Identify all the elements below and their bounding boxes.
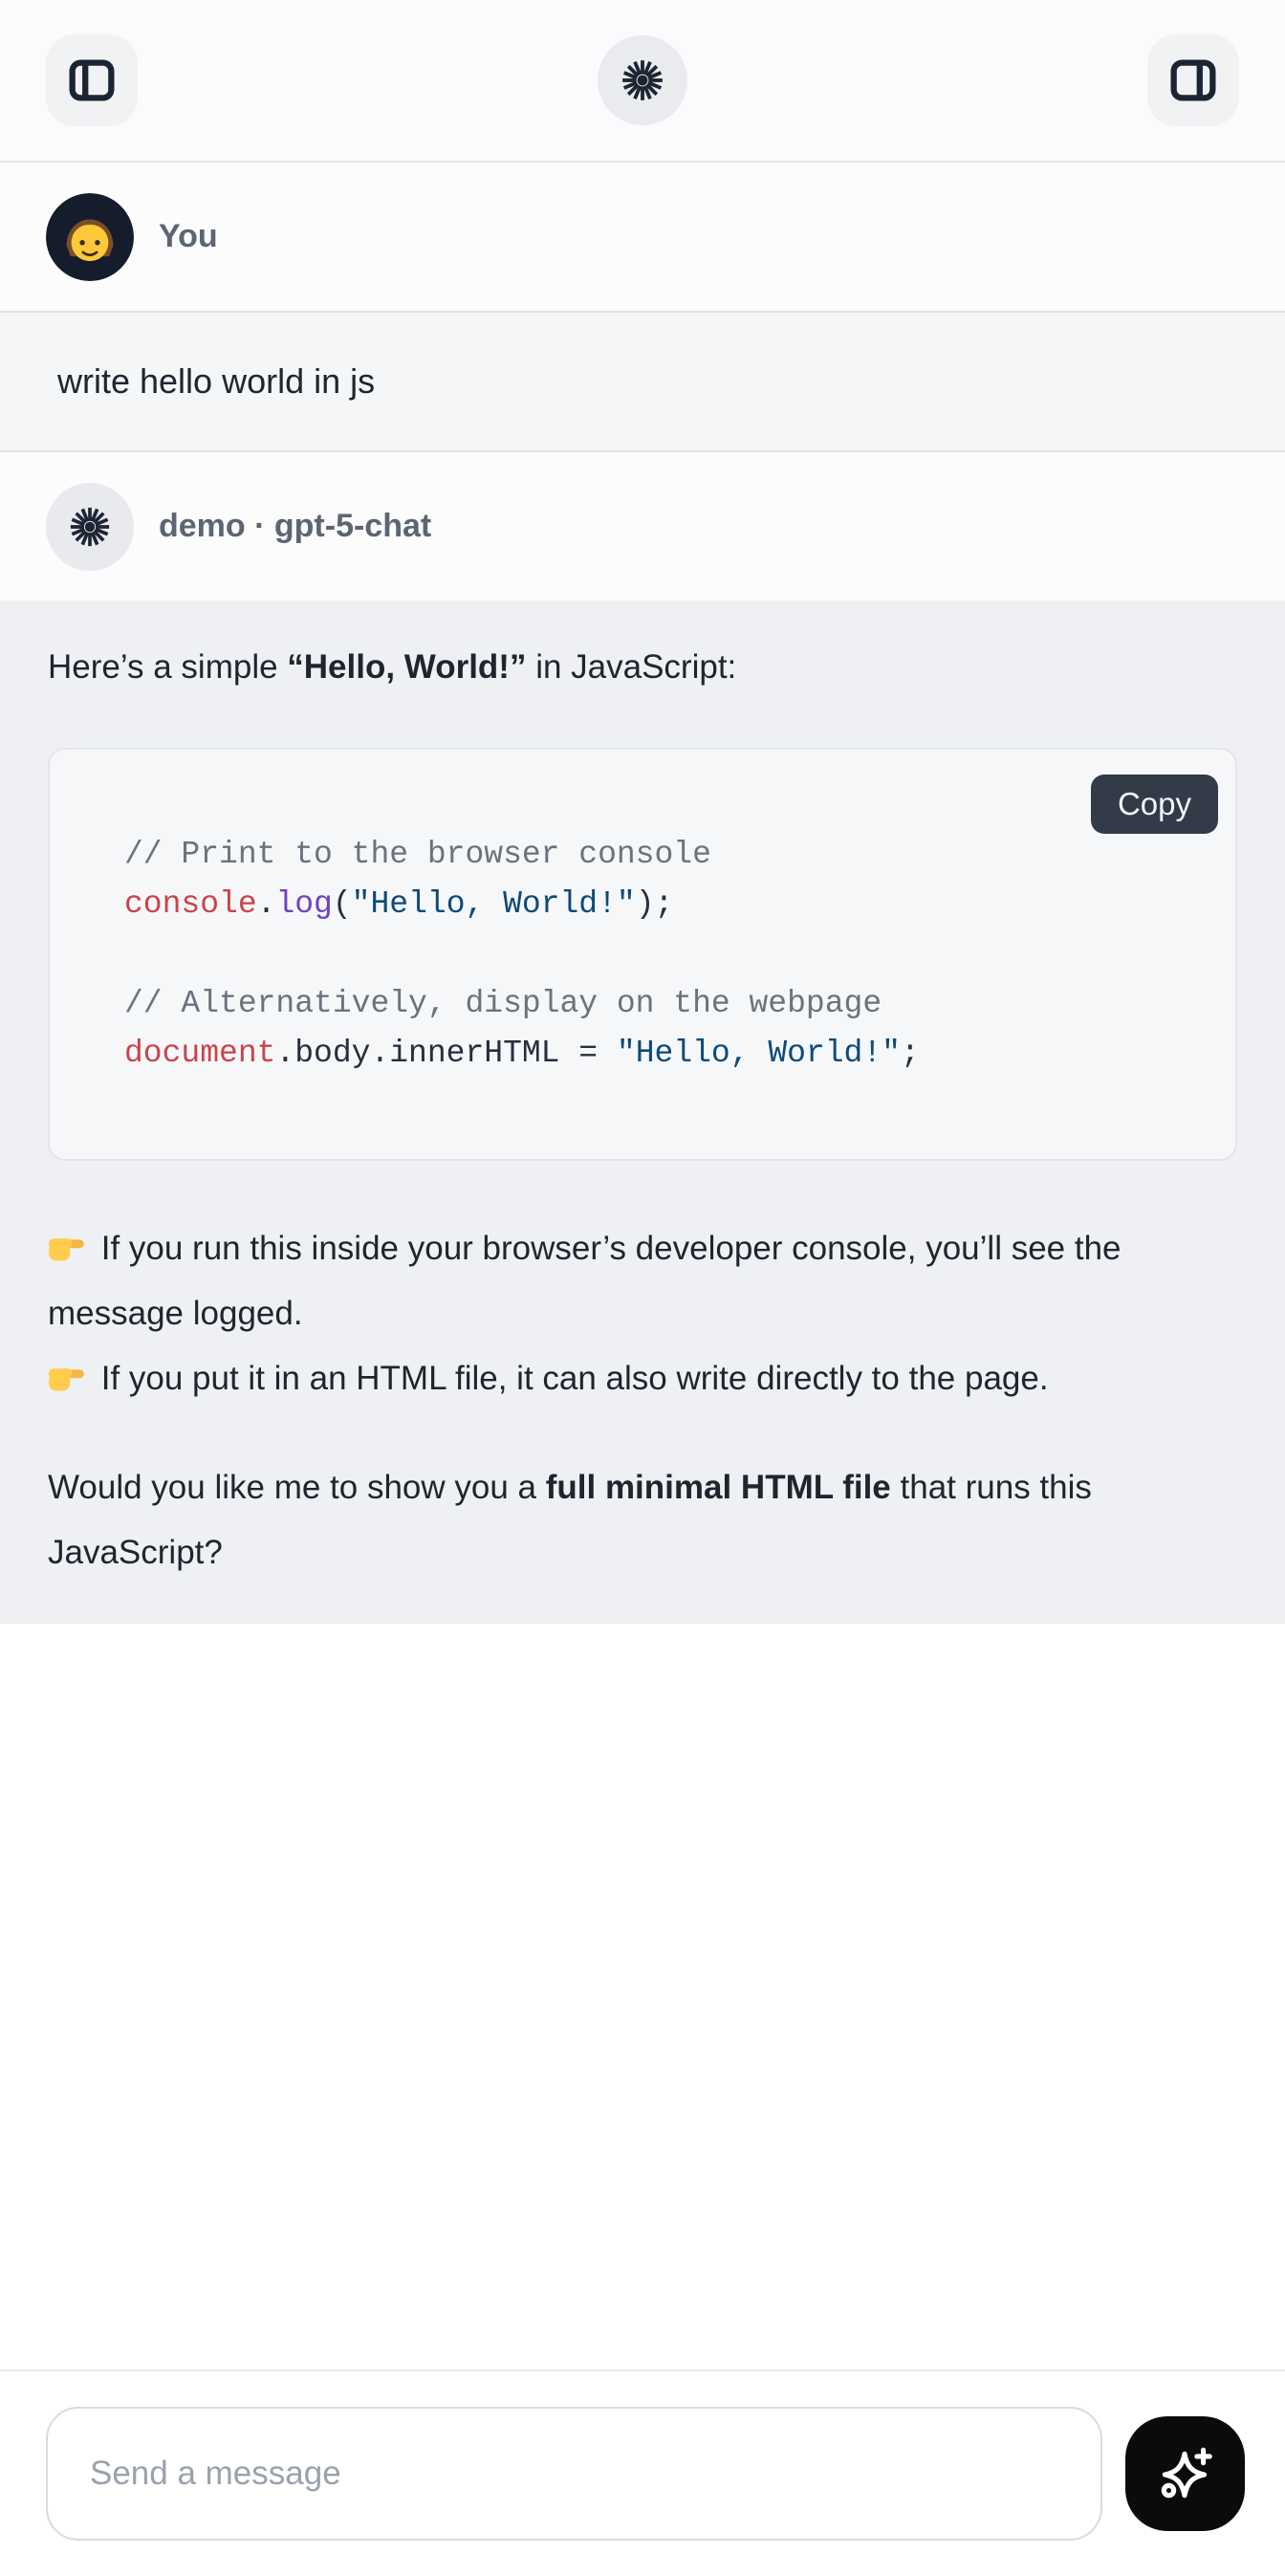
sidebar-right-icon xyxy=(1164,51,1223,110)
starburst-icon xyxy=(63,500,117,554)
starburst-icon xyxy=(615,53,670,108)
code-token-function: log xyxy=(275,886,332,922)
assistant-note-line: If you put it in an HTML file, it can al… xyxy=(48,1346,1237,1411)
panel-toggle-button[interactable] xyxy=(1147,34,1239,126)
assistant-followup-paragraph: Would you like me to show you a full min… xyxy=(48,1455,1237,1585)
code-line: document.body.innerHTML = "Hello, World!… xyxy=(124,1029,1197,1079)
code-token-comment: // Print to the browser console xyxy=(124,837,711,872)
sidebar-left-icon xyxy=(62,51,121,110)
code-token-plain: ( xyxy=(333,886,352,922)
model-button[interactable] xyxy=(598,35,687,125)
person-emoji-icon xyxy=(46,193,134,281)
send-button[interactable] xyxy=(1125,2416,1245,2531)
code-block: Copy // Print to the browser console cons… xyxy=(48,748,1237,1161)
assistant-notes: If you run this inside your browser’s de… xyxy=(48,1216,1237,1411)
sidebar-toggle-button[interactable] xyxy=(46,34,138,126)
note-text: If you run this inside your browser’s de… xyxy=(48,1230,1122,1332)
code-line: // Alternatively, display on the webpage xyxy=(124,979,1197,1029)
code-token-string: "Hello, World!" xyxy=(352,886,636,922)
user-role-row: You xyxy=(0,163,1285,311)
assistant-role-row: demo · gpt-5-chat xyxy=(0,452,1285,600)
code-token-plain: .body.innerHTML = xyxy=(275,1036,616,1071)
text-segment: Would you like me to show you a xyxy=(48,1469,546,1506)
user-role-label: You xyxy=(159,218,218,255)
code-line: // Print to the browser console xyxy=(124,830,1197,880)
user-avatar xyxy=(46,193,134,281)
copy-button[interactable]: Copy xyxy=(1091,775,1218,834)
pointing-right-emoji xyxy=(48,1227,86,1265)
assistant-model-label: demo · gpt-5-chat xyxy=(159,508,431,545)
code-token-plain: . xyxy=(257,886,276,922)
text-segment: in JavaScript: xyxy=(526,648,736,686)
code-token-plain: ; xyxy=(901,1036,920,1071)
code-line: console.log("Hello, World!"); xyxy=(124,880,1197,929)
text-segment: “Hello, World!” xyxy=(287,648,526,686)
code-token-string: "Hello, World!" xyxy=(617,1036,901,1071)
composer-bar xyxy=(0,2369,1285,2576)
code-token-plain: ); xyxy=(636,886,674,922)
user-message-text: write hello world in js xyxy=(57,361,375,402)
user-message: write hello world in js xyxy=(0,311,1285,452)
code-token-comment: // Alternatively, display on the webpage xyxy=(124,986,882,1021)
code-token-keyword: document xyxy=(124,1036,275,1071)
assistant-message: Here’s a simple “Hello, World!” in JavaS… xyxy=(0,600,1285,1624)
message-input[interactable] xyxy=(46,2407,1102,2541)
text-segment: full minimal HTML file xyxy=(546,1469,891,1506)
assistant-avatar xyxy=(46,483,134,571)
code-content: // Print to the browser console console.l… xyxy=(124,830,1197,1079)
empty-scroll-area xyxy=(0,1624,1285,2369)
pointing-right-emoji xyxy=(48,1357,86,1395)
sparkle-icon xyxy=(1154,2442,1217,2505)
assistant-note-line: If you run this inside your browser’s de… xyxy=(48,1216,1237,1346)
code-token-keyword: console xyxy=(124,886,257,922)
text-segment: Here’s a simple xyxy=(48,648,287,686)
assistant-intro-paragraph: Here’s a simple “Hello, World!” in JavaS… xyxy=(48,641,1237,694)
code-line xyxy=(124,929,1197,979)
note-text: If you put it in an HTML file, it can al… xyxy=(92,1360,1049,1397)
top-bar xyxy=(0,0,1285,163)
